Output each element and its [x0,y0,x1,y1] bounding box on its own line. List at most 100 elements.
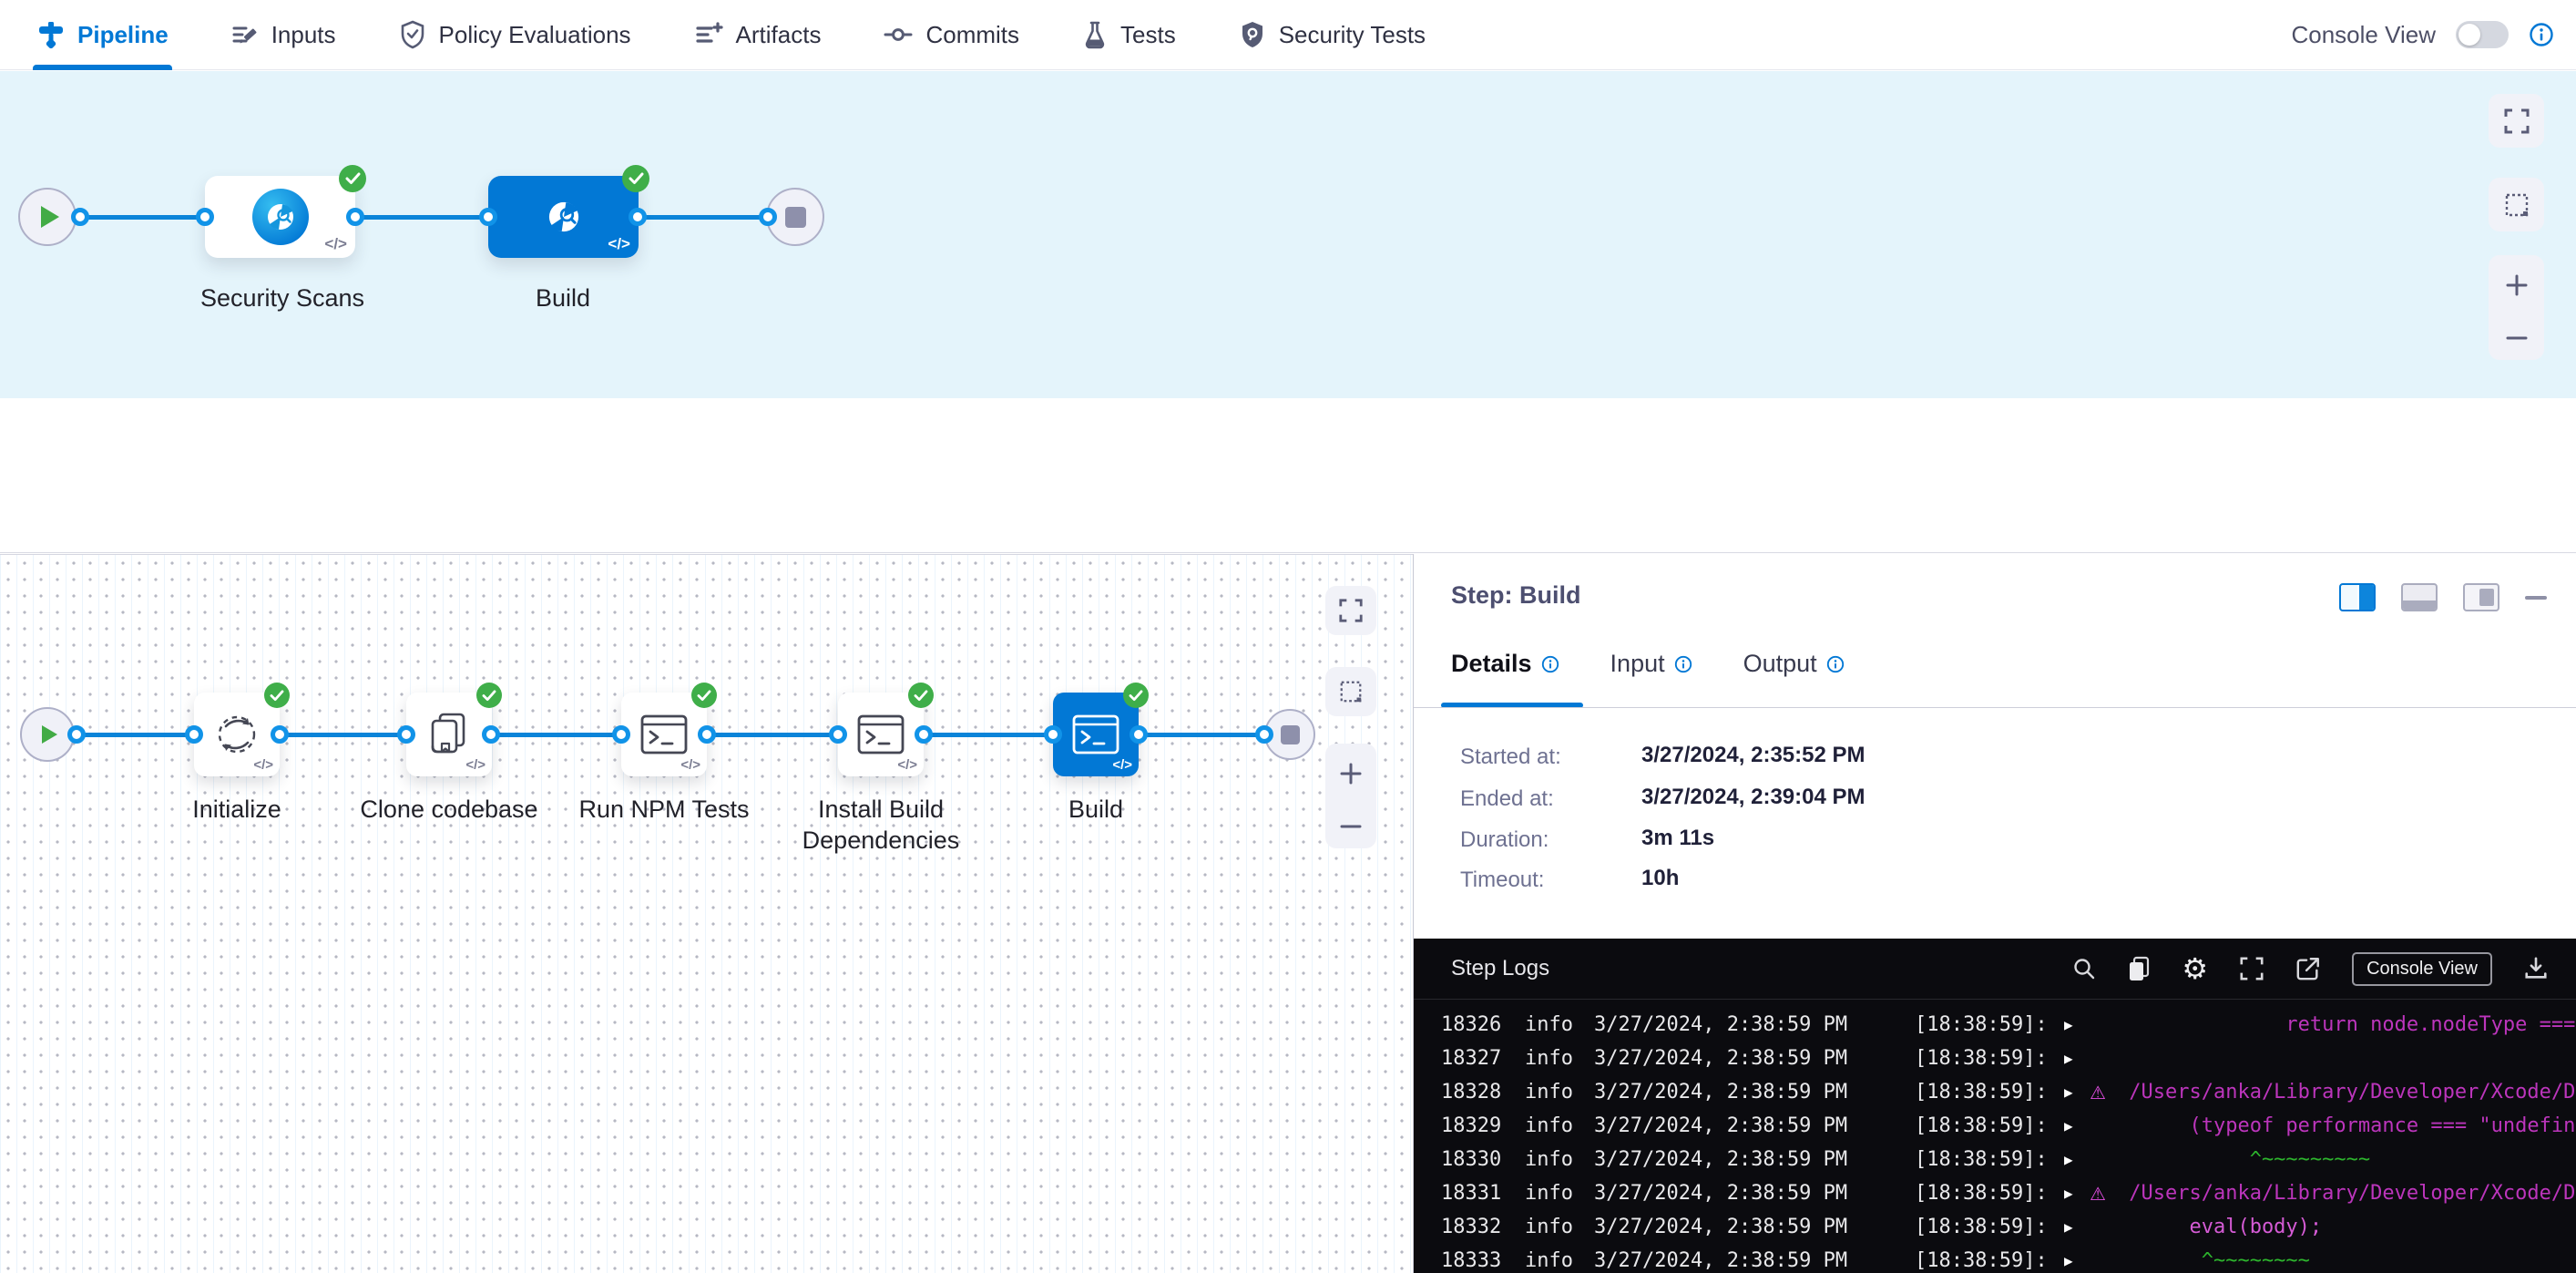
clone-codebase-icon [424,709,474,760]
tab-output[interactable]: Output [1743,650,1845,698]
log-level: info [1525,1013,1594,1036]
detail-label: Ended at: [1460,786,1554,812]
console-view-button[interactable]: Console View [2352,952,2492,986]
copy-icon[interactable] [2127,955,2151,982]
layout-right-panel-icon[interactable] [2339,583,2376,611]
zoom-in-button[interactable] [2505,273,2529,297]
info-icon [1541,655,1559,673]
connector [75,733,194,737]
tab-commits[interactable]: Commits [879,0,1023,70]
search-icon[interactable] [2072,957,2096,980]
tab-label: Output [1743,650,1817,678]
log-time: [18:38:59]: [1915,1013,2064,1036]
success-badge [908,683,934,708]
log-level: info [1525,1114,1594,1137]
expand-caret-icon[interactable]: ▶ [2064,1050,2090,1067]
info-icon [1674,655,1692,673]
open-in-new-icon[interactable] [2295,956,2321,981]
log-line-number: 18332 [1441,1216,1525,1238]
tab-inputs[interactable]: Inputs [227,0,340,70]
marquee-select-button[interactable] [1325,667,1376,716]
settings-gear-icon[interactable]: ⚙ [2182,954,2208,983]
zoom-in-button[interactable] [1339,762,1363,785]
zoom-out-button[interactable] [1339,823,1363,830]
toggle-knob [2458,24,2480,46]
log-message: (typeof performance === "undefine [2117,1114,2576,1137]
expand-caret-icon[interactable]: ▶ [2064,1185,2090,1202]
expand-caret-icon[interactable]: ▶ [2064,1083,2090,1101]
expand-caret-icon[interactable]: ▶ [2064,1016,2090,1033]
minimize-panel-icon[interactable] [2525,596,2547,600]
console-view-toggle[interactable] [2456,21,2509,48]
download-icon[interactable] [2523,956,2549,981]
expand-caret-icon[interactable]: ▶ [2064,1117,2090,1134]
connector [78,215,207,220]
tab-artifacts[interactable]: Artifacts [690,0,825,70]
log-level: info [1525,1081,1594,1104]
code-icon: </> [680,757,700,773]
connector [1137,733,1264,737]
top-navigation: Pipeline Inputs Policy Evaluations [0,0,2576,70]
step-logs-title: Step Logs [1451,956,1549,981]
stage-summary-bar: Build Started at: 3/27/2024, 2:32:00 PM … [0,398,2576,553]
logs-toolbar: ⚙ Console View [2072,952,2576,986]
marquee-select-button[interactable] [2489,178,2544,231]
expand-caret-icon[interactable]: ▶ [2064,1252,2090,1269]
terminal-icon [639,713,689,755]
console-view-label: Console View [2291,21,2436,49]
log-line: 18329info3/27/2024, 2:38:59 PM[18:38:59]… [1414,1109,2576,1143]
connector-port [185,725,203,744]
step-node-build[interactable]: </> [1053,693,1139,776]
tab-policy-evaluations[interactable]: Policy Evaluations [394,0,635,70]
fullscreen-button[interactable] [1325,586,1376,635]
tab-label: Policy Evaluations [439,21,631,49]
layout-bottom-panel-icon[interactable] [2401,583,2438,611]
tab-input[interactable]: Input [1610,650,1692,698]
log-time: [18:38:59]: [1915,1216,2064,1238]
stage-node-security-scans[interactable]: </> [205,176,355,258]
code-icon: </> [253,757,273,773]
connector-port [759,208,777,226]
play-icon [42,725,57,744]
marquee-icon [2503,191,2530,219]
info-icon[interactable] [2529,22,2554,47]
log-time: [18:38:59]: [1915,1249,2064,1272]
step-node-run-npm-tests[interactable]: </> [621,693,707,776]
log-date: 3/27/2024, 2:38:59 PM [1594,1148,1915,1171]
terminal-icon [1071,713,1120,755]
connector [636,215,768,220]
zoom-out-button[interactable] [2505,334,2529,342]
expand-caret-icon[interactable]: ▶ [2064,1218,2090,1236]
panel-divider[interactable] [1413,554,1414,1273]
tab-label: Security Tests [1279,21,1426,49]
tab-details[interactable]: Details [1451,650,1559,698]
stage-node-build[interactable]: </> [488,176,639,258]
zoom-controls [2489,255,2544,360]
step-node-clone-codebase[interactable]: </> [406,693,492,776]
tab-pipeline[interactable]: Pipeline [33,0,172,70]
tab-label: Inputs [271,21,336,49]
success-badge [1123,683,1149,708]
step-panel-tabs: Details Input Output [1451,650,1845,698]
expand-caret-icon[interactable]: ▶ [2064,1151,2090,1168]
log-date: 3/27/2024, 2:38:59 PM [1594,1182,1915,1205]
stage-graph-canvas[interactable]: </> </> Security Scans Build [0,71,2576,398]
fullscreen-icon [2503,108,2530,135]
detail-value: 3/27/2024, 2:39:04 PM [1641,785,1866,810]
execution-graph-canvas[interactable]: </> </> </ [0,554,1413,1273]
step-node-initialize[interactable]: </> [194,693,280,776]
terminal-icon [856,713,905,755]
step-node-install-build-dependencies[interactable]: </> [838,693,924,776]
tabs-border [1414,707,2576,708]
stage-label: Build [435,284,690,313]
fullscreen-icon[interactable] [2239,956,2264,981]
tab-security-tests[interactable]: Security Tests [1234,0,1429,70]
log-level: info [1525,1148,1594,1171]
artifacts-icon [693,20,724,49]
success-badge [691,683,717,708]
log-message: /Users/anka/Library/Developer/Xcode/De [2117,1081,2576,1104]
layout-floating-panel-icon[interactable] [2463,583,2499,611]
fullscreen-button[interactable] [2489,94,2544,148]
commits-icon [883,20,914,49]
tab-tests[interactable]: Tests [1078,0,1180,70]
